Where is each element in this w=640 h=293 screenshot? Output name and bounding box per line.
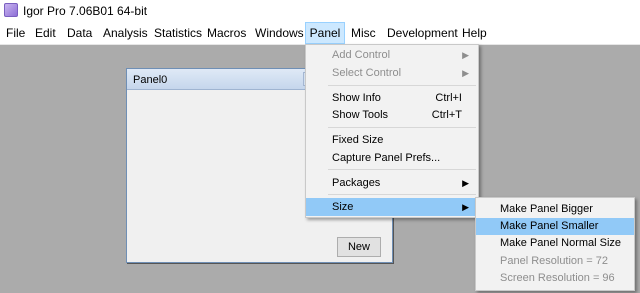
menu-data[interactable]: Data	[67, 22, 92, 44]
shortcut-label: Ctrl+I	[435, 92, 462, 104]
size-submenu: Make Panel Bigger Make Panel Smaller Mak…	[475, 197, 635, 291]
menu-item-packages[interactable]: Packages ▶	[306, 174, 478, 192]
menu-separator	[328, 127, 476, 128]
menu-separator	[328, 194, 476, 195]
menu-item-show-info[interactable]: Show Info Ctrl+I	[306, 89, 478, 107]
menu-item-make-panel-bigger[interactable]: Make Panel Bigger	[476, 201, 634, 218]
menu-item-make-panel-smaller[interactable]: Make Panel Smaller	[476, 218, 634, 235]
menu-item-capture-panel-prefs[interactable]: Capture Panel Prefs...	[306, 149, 478, 167]
menu-item-add-control[interactable]: Add Control ▶	[306, 46, 478, 64]
menu-item-screen-resolution[interactable]: Screen Resolution = 96	[476, 270, 634, 287]
submenu-arrow-icon: ▶	[462, 178, 469, 188]
menu-development[interactable]: Development	[387, 22, 458, 44]
panel-menu-dropdown: Add Control ▶ Select Control ▶ Show Info…	[305, 44, 479, 218]
menu-item-select-control[interactable]: Select Control ▶	[306, 64, 478, 82]
menu-separator	[328, 85, 476, 86]
menu-item-panel-resolution[interactable]: Panel Resolution = 72	[476, 253, 634, 270]
menu-bar: File Edit Data Analysis Statistics Macro…	[0, 22, 640, 45]
submenu-arrow-icon: ▶	[462, 50, 469, 60]
menu-item-fixed-size[interactable]: Fixed Size	[306, 131, 478, 149]
menu-windows[interactable]: Windows	[255, 22, 304, 44]
shortcut-label: Ctrl+T	[431, 109, 462, 121]
menu-macros[interactable]: Macros	[207, 22, 246, 44]
menu-edit[interactable]: Edit	[35, 22, 56, 44]
menu-item-size[interactable]: Size ▶	[306, 198, 478, 216]
menu-separator	[328, 169, 476, 170]
panel-title: Panel0	[133, 74, 168, 86]
igor-app-icon	[4, 3, 18, 17]
new-button[interactable]: New	[337, 237, 381, 257]
menu-panel[interactable]: Panel	[305, 22, 345, 44]
menu-statistics[interactable]: Statistics	[154, 22, 202, 44]
menu-item-show-tools[interactable]: Show Tools Ctrl+T	[306, 106, 478, 124]
menu-item-make-panel-normal-size[interactable]: Make Panel Normal Size	[476, 235, 634, 252]
menu-misc[interactable]: Misc	[351, 22, 376, 44]
menu-help[interactable]: Help	[462, 22, 487, 44]
title-bar: Igor Pro 7.06B01 64-bit	[0, 0, 640, 22]
submenu-arrow-icon: ▶	[462, 202, 469, 212]
menu-file[interactable]: File	[6, 22, 25, 44]
window-title: Igor Pro 7.06B01 64-bit	[23, 4, 148, 18]
menu-analysis[interactable]: Analysis	[103, 22, 148, 44]
submenu-arrow-icon: ▶	[462, 68, 469, 78]
